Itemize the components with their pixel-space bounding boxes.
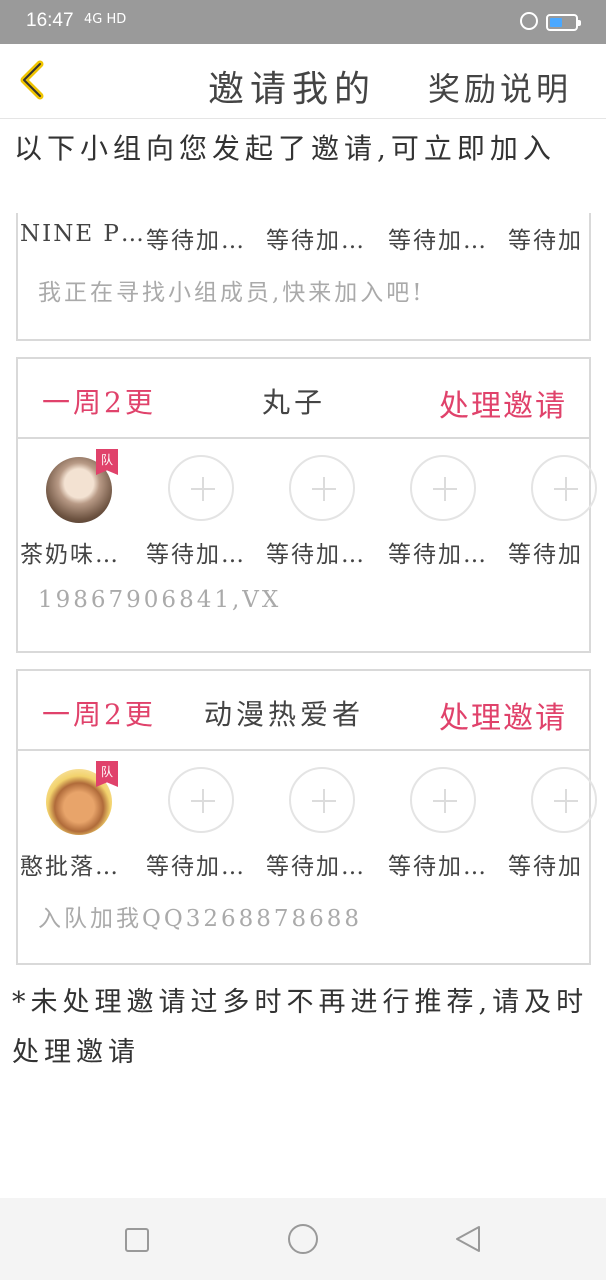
footnote: *未处理邀请过多时不再进行推荐,请及时处理邀请: [12, 987, 589, 1068]
plus-icon[interactable]: [289, 767, 355, 833]
group-card-header: 一周2更 动漫热爱者 处理邀请: [18, 671, 589, 751]
plus-icon[interactable]: [410, 455, 476, 521]
status-time: 16:47: [26, 10, 74, 31]
page-title: 邀请我的: [208, 69, 377, 110]
member-name: 茶奶味…: [20, 542, 120, 568]
status-bar: 16:47 4G HD: [0, 0, 606, 44]
member-slots: 队: [18, 439, 597, 535]
member-name: 等待加: [508, 854, 583, 880]
group-card: 一周2更 丸子 处理邀请 队 茶奶味… 等待加… 等待加… 等待加… 等待加 1…: [16, 357, 597, 653]
plus-icon[interactable]: [531, 767, 597, 833]
member-names: 憨批落… 等待加… 等待加… 等待加… 等待加: [18, 847, 589, 889]
group-message: 我正在寻找小组成员,快来加入吧!: [38, 280, 425, 306]
member-name: 等待加: [508, 228, 583, 254]
triangle-back-icon[interactable]: [454, 1224, 482, 1254]
chevron-left-icon[interactable]: [14, 58, 50, 102]
group-card-header: 一周2更 丸子 处理邀请: [18, 359, 589, 439]
group-name: 动漫热爱者: [204, 698, 365, 731]
member-names: 茶奶味… 等待加… 等待加… 等待加… 等待加: [18, 535, 589, 577]
member-name: 等待加…: [388, 854, 488, 880]
process-invite-button[interactable]: 处理邀请: [439, 381, 567, 425]
group-message: 19867906841,VX: [38, 587, 282, 613]
plus-icon[interactable]: [168, 455, 234, 521]
member-name: 等待加…: [388, 228, 488, 254]
circle-icon[interactable]: [288, 1224, 318, 1254]
plus-icon[interactable]: [410, 767, 476, 833]
group-card: 一周2更 动漫热爱者 处理邀请 队 憨批落… 等待加… 等待加… 等待加… 等待…: [16, 669, 597, 965]
member-names: NINE P… 等待加… 等待加… 等待加… 等待加: [18, 221, 589, 263]
member-name: 等待加: [508, 542, 583, 568]
rewards-link[interactable]: 奖励说明: [428, 64, 572, 110]
battery-icon: [546, 14, 581, 31]
leader-badge: 队: [96, 449, 118, 475]
member-name: 憨批落…: [20, 854, 120, 880]
intro-text: 以下小组向您发起了邀请,可立即加入: [14, 132, 556, 165]
plus-icon[interactable]: [168, 767, 234, 833]
rotation-lock-icon: [520, 12, 538, 30]
member-slots: 队: [18, 751, 597, 847]
nav-bar: 邀请我的 奖励说明: [0, 44, 606, 119]
update-frequency: 一周2更: [42, 698, 156, 731]
group-name: 丸子: [262, 386, 327, 419]
leader-badge: 队: [96, 761, 118, 787]
member-name: 等待加…: [266, 854, 366, 880]
plus-icon[interactable]: [289, 455, 355, 521]
group-message: 入队加我QQ3268878688: [38, 906, 363, 932]
process-invite-button[interactable]: 处理邀请: [439, 693, 567, 737]
member-name: 等待加…: [266, 228, 366, 254]
member-name: 等待加…: [146, 228, 246, 254]
square-icon[interactable]: [125, 1228, 149, 1252]
member-name: 等待加…: [146, 854, 246, 880]
member-name: 等待加…: [266, 542, 366, 568]
signal-icon: 4G HD: [84, 12, 127, 27]
update-frequency: 一周2更: [42, 386, 156, 419]
member-name: 等待加…: [388, 542, 488, 568]
plus-icon[interactable]: [531, 455, 597, 521]
group-card: NINE P… 等待加… 等待加… 等待加… 等待加 我正在寻找小组成员,快来加…: [16, 213, 591, 341]
system-nav-bar: [0, 1198, 606, 1280]
member-name: 等待加…: [146, 542, 246, 568]
member-name: NINE P…: [20, 221, 146, 247]
